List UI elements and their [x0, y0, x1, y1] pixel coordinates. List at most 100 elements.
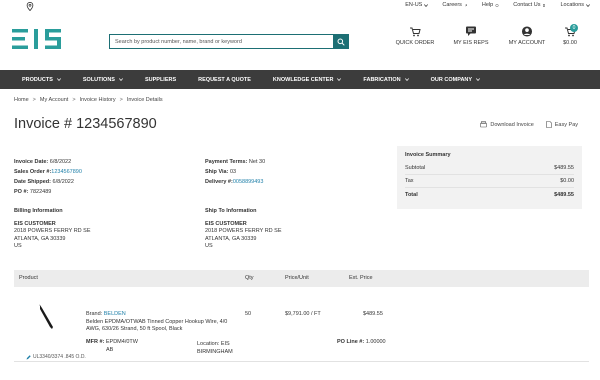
help-link[interactable]: Help	[482, 2, 499, 8]
invoice-actions: Download Invoice Easy Pay	[480, 121, 578, 128]
summary-subtotal-row: Subtotal $489.55	[405, 162, 574, 175]
help-icon	[495, 3, 499, 7]
search-bar	[109, 34, 349, 49]
table-row: Brand: BELDEN Belden EPDMA/OTWAB Tinned …	[14, 287, 589, 362]
invoice-meta-left: Invoice Date: 6/8/2022 Sales Order #:123…	[14, 157, 82, 197]
sales-order-row: Sales Order #:1234567890	[14, 169, 82, 175]
location: Location: EIS BIRMINGHAM	[197, 341, 233, 355]
location-pin-icon[interactable]	[26, 2, 34, 11]
table-header: Product Qty Price/Unit Ext. Price	[14, 270, 589, 287]
nav-request-quote[interactable]: REQUEST A QUOTE	[198, 70, 251, 89]
summary-total-row: Total $489.55	[405, 191, 574, 198]
chevron-down-icon	[404, 78, 409, 81]
header-ext-price: Ext. Price	[349, 275, 373, 281]
product-image[interactable]	[36, 304, 58, 330]
ship-to-street: 2018 POWERS FERRY RD SE	[205, 228, 282, 234]
invoice-summary: Invoice Summary Subtotal $489.55 Tax $0.00…	[397, 146, 582, 209]
search-button[interactable]	[333, 35, 348, 48]
cart-count-badge: 0	[570, 24, 578, 32]
phone-icon	[543, 3, 546, 7]
eis-logo[interactable]	[12, 29, 78, 49]
product-description[interactable]: Belden EPDMA/OTWAB Tinned Copper Hookup …	[86, 319, 236, 334]
billing-street: 2018 POWERS FERRY RD SE	[14, 228, 91, 234]
invoice-date-row: Invoice Date: 6/8/2022	[14, 159, 72, 165]
contact-us-link[interactable]: Contact Us	[513, 2, 546, 8]
invoice-meta-right: Payment Terms: Net 30 Ship Via: 03 Deliv…	[205, 157, 265, 187]
sales-order-link[interactable]: 1234567890	[51, 169, 82, 175]
quick-order-icon	[410, 27, 421, 37]
date-shipped-row: Date Shipped: 6/8/2022	[14, 179, 74, 185]
breadcrumb-separator: >	[32, 97, 36, 103]
download-invoice-button[interactable]: Download Invoice	[480, 121, 534, 128]
billing-city: ATLANTA, GA 30339	[14, 235, 66, 242]
payment-terms-row: Payment Terms: Net 30	[205, 159, 266, 165]
billing-name: EIS CUSTOMER	[14, 220, 56, 227]
nav-fabrication[interactable]: FABRICATION	[363, 70, 409, 89]
pencil-icon	[26, 354, 31, 359]
main-nav: PRODUCTS SOLUTIONS SUPPLIERS REQUEST A Q…	[0, 70, 600, 89]
chevron-down-icon	[119, 78, 123, 81]
ul-note: UL3340/3374 .845 O.D.	[26, 354, 86, 360]
po-line: PO Line #: 1.00000	[337, 339, 386, 345]
chevron-down-icon	[586, 3, 590, 7]
item-unit-price: $9,791.00 / FT	[285, 311, 321, 317]
document-icon	[545, 121, 552, 128]
delivery-row: Delivery #:0058899493	[205, 179, 264, 185]
site-header: QUICK ORDER MY EIS REPS MY ACCOUNT 0 $0.…	[0, 12, 600, 68]
nav-suppliers[interactable]: SUPPLIERS	[145, 70, 176, 89]
quick-order-button[interactable]: QUICK ORDER	[390, 26, 440, 46]
ship-to-heading: Ship To Information	[205, 208, 257, 214]
po-row: PO #: 7822489	[14, 189, 52, 195]
ship-to-country: US	[205, 243, 213, 249]
search-icon	[337, 38, 345, 46]
summary-tax-row: Tax $0.00	[405, 175, 574, 188]
chevron-down-icon	[56, 78, 61, 81]
brand-link[interactable]: BELDEN	[104, 311, 126, 317]
search-input[interactable]	[110, 35, 333, 48]
cart-total: $0.00	[563, 40, 577, 46]
item-qty: 50	[245, 311, 252, 317]
my-eis-reps-button[interactable]: MY EIS REPS	[446, 26, 496, 46]
breadcrumb-invoice-history[interactable]: Invoice History	[80, 97, 116, 103]
cart-button[interactable]: 0 $0.00	[555, 24, 585, 46]
billing-info: Billing Information EIS CUSTOMER 2018 PO…	[14, 208, 91, 251]
account-icon	[521, 26, 533, 37]
item-ext-price: $489.55	[363, 311, 383, 317]
header-qty: Qty	[245, 275, 254, 281]
breadcrumb: Home > My Account > Invoice History > In…	[14, 97, 163, 103]
chevron-down-icon	[424, 3, 429, 7]
header-price: Price/Unit	[285, 275, 309, 281]
external-link-icon	[465, 4, 467, 6]
line-items-table: Product Qty Price/Unit Ext. Price Brand:…	[14, 270, 589, 362]
careers-link[interactable]: Careers	[442, 2, 468, 8]
billing-heading: Billing Information	[14, 208, 63, 214]
utility-bar: EN-US Careers Help Contact Us Locations	[0, 0, 600, 12]
breadcrumb-separator: >	[72, 97, 76, 103]
breadcrumb-home[interactable]: Home	[14, 97, 29, 103]
ship-to-city: ATLANTA, GA 30339	[205, 235, 257, 242]
mfr-number: MFR #: EPDM4/0TW AB	[86, 339, 138, 353]
reps-chat-icon	[466, 26, 476, 36]
locations-link[interactable]: Locations	[560, 2, 590, 8]
nav-our-company[interactable]: OUR COMPANY	[431, 70, 481, 89]
my-account-button[interactable]: MY ACCOUNT	[502, 26, 552, 46]
header-product: Product	[19, 275, 38, 281]
nav-products[interactable]: PRODUCTS	[22, 70, 61, 89]
product-info: Brand: BELDEN Belden EPDMA/OTWAB Tinned …	[86, 311, 236, 334]
delivery-link[interactable]: 0058899493	[233, 179, 264, 185]
language-select[interactable]: EN-US	[405, 2, 429, 8]
chevron-down-icon	[476, 78, 481, 81]
nav-solutions[interactable]: SOLUTIONS	[83, 70, 123, 89]
nav-knowledge-center[interactable]: KNOWLEDGE CENTER	[273, 70, 342, 89]
page-title: Invoice # 1234567890	[14, 116, 157, 132]
download-icon	[480, 121, 488, 128]
billing-country: US	[14, 243, 22, 249]
breadcrumb-my-account[interactable]: My Account	[40, 97, 68, 103]
chevron-down-icon	[337, 78, 342, 81]
easy-pay-button[interactable]: Easy Pay	[545, 121, 578, 128]
breadcrumb-invoice-details: Invoice Details	[126, 97, 163, 103]
breadcrumb-separator: >	[119, 97, 123, 103]
ship-to-name: EIS CUSTOMER	[205, 220, 247, 227]
ship-to-info: Ship To Information EIS CUSTOMER 2018 PO…	[205, 208, 282, 251]
ship-via-row: Ship Via: 03	[205, 169, 237, 175]
